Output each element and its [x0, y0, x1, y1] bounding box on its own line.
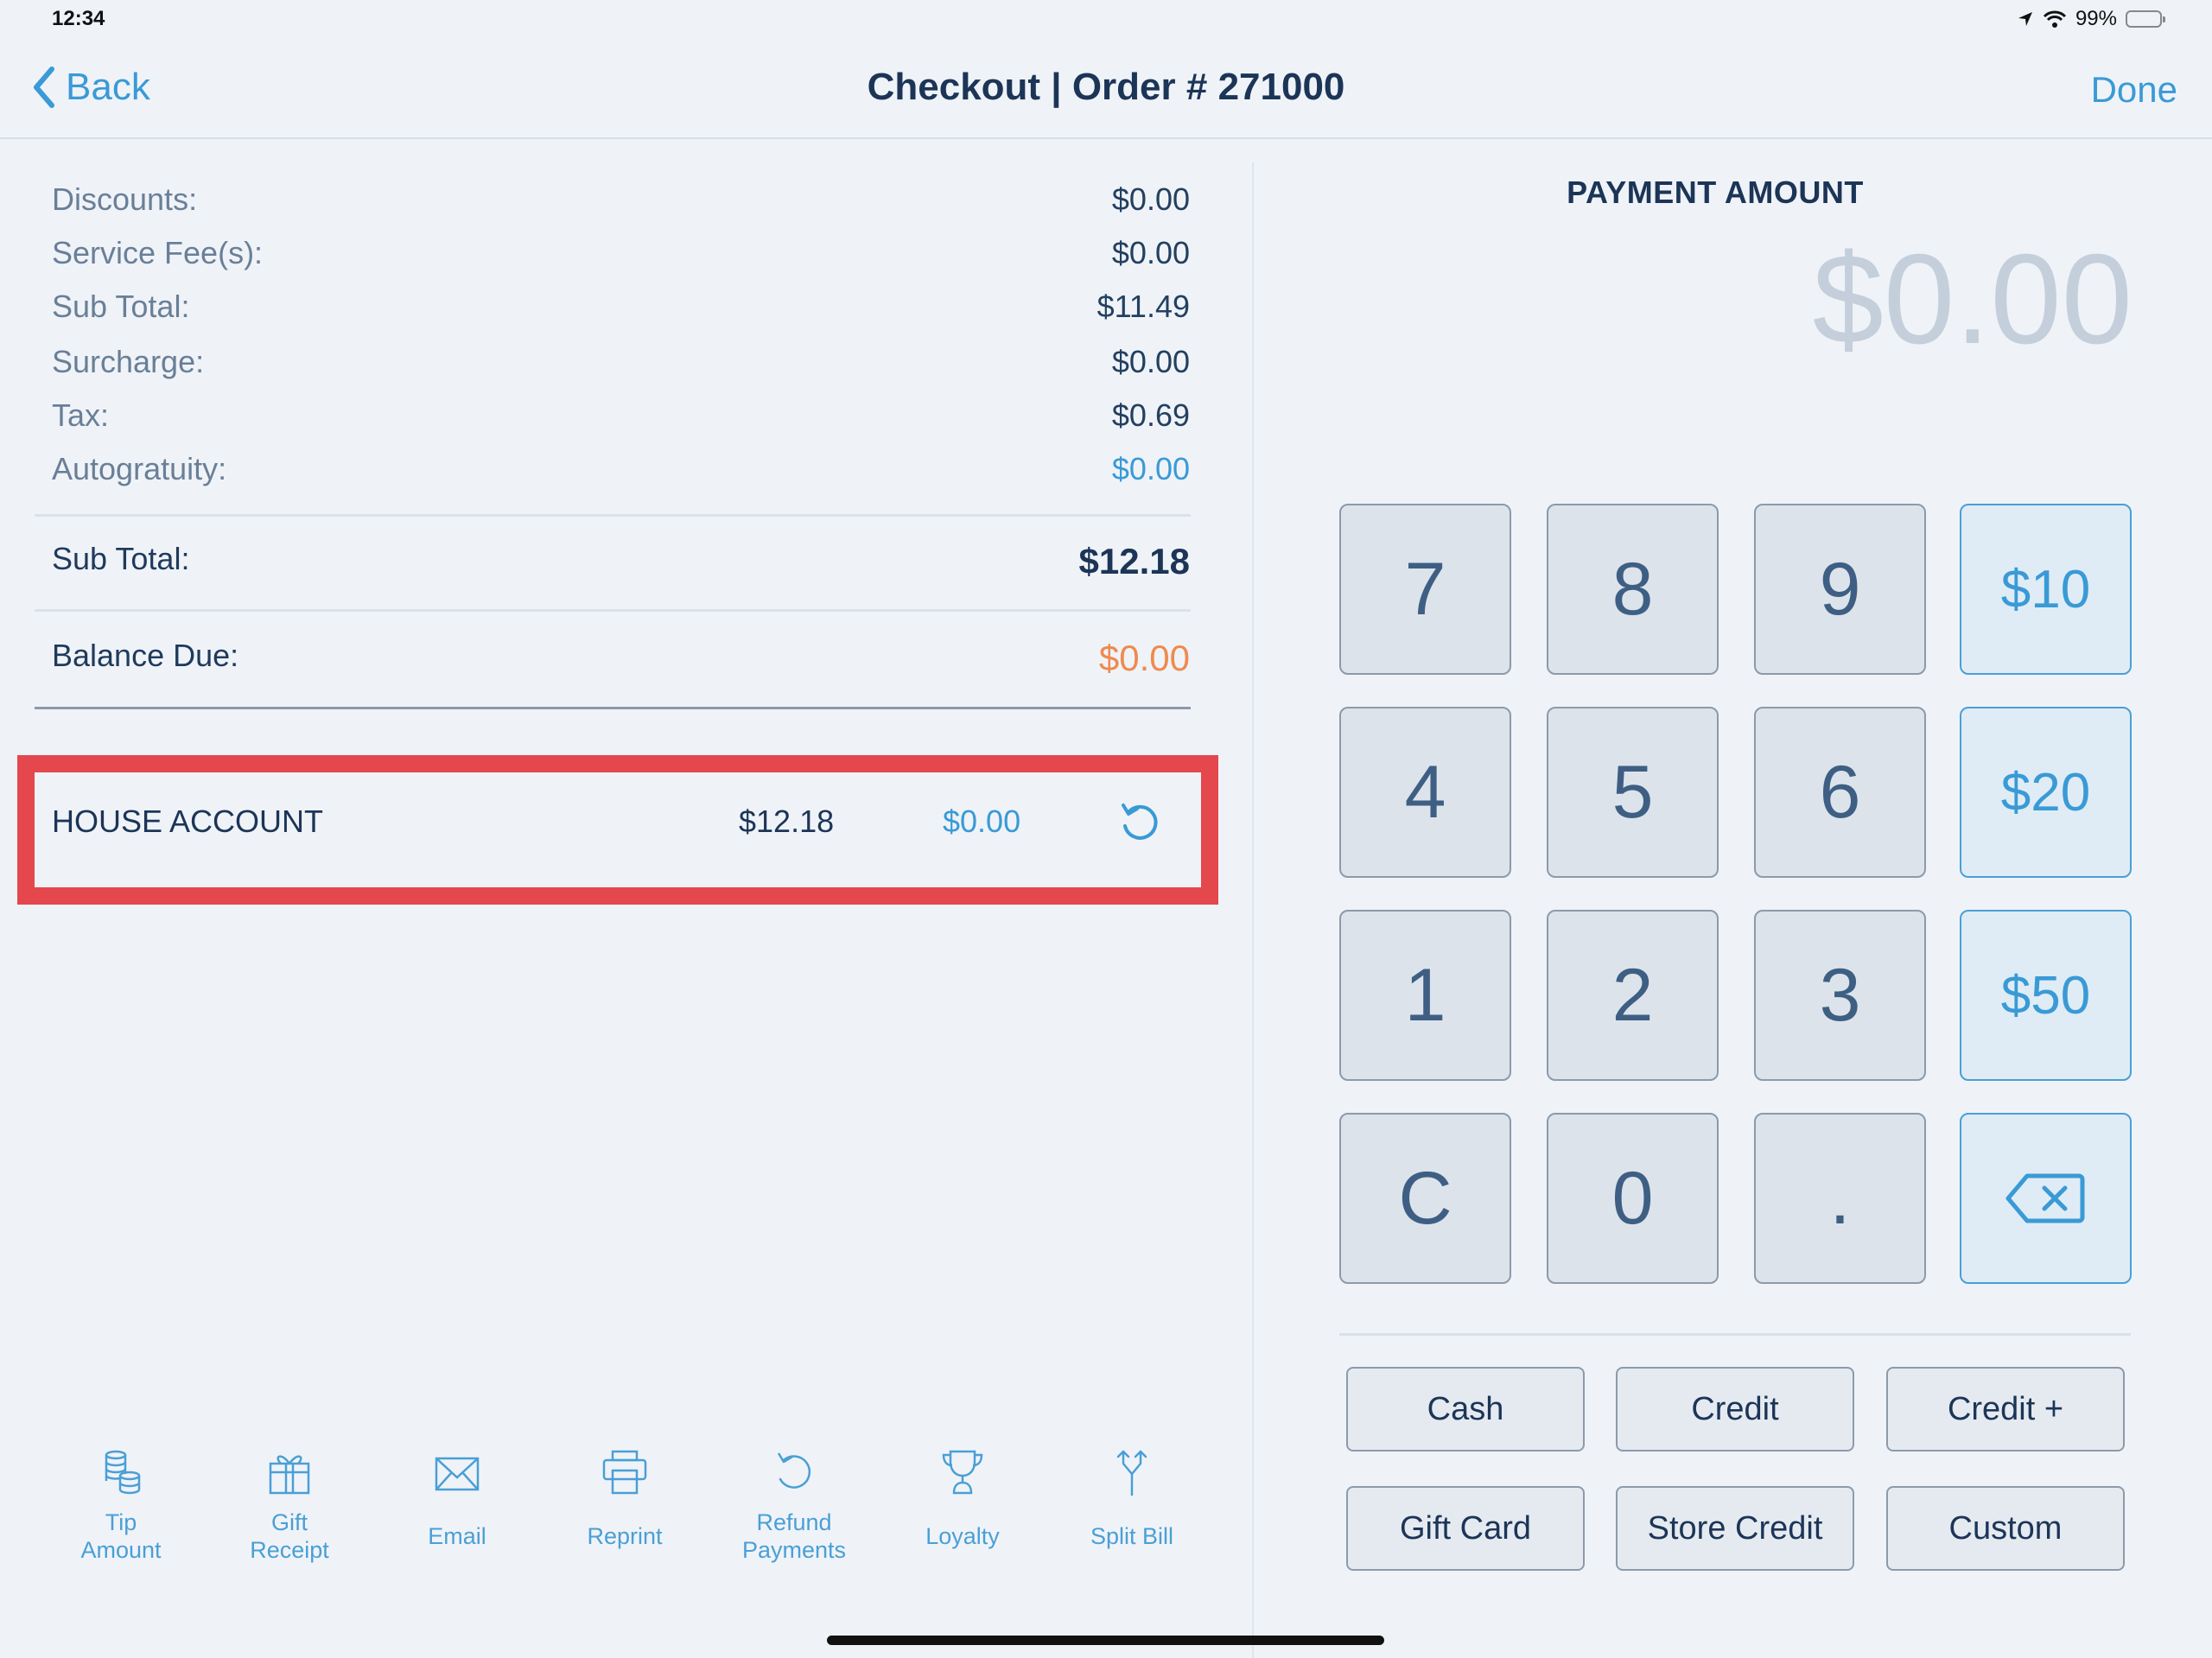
nav-divider	[0, 137, 2212, 139]
summary-row-tax: Tax: $0.69	[52, 397, 1190, 434]
key-7[interactable]: 7	[1339, 504, 1511, 675]
action-label: Gift Receipt	[250, 1509, 329, 1563]
key-decimal[interactable]: .	[1754, 1113, 1926, 1284]
payment-row-house-account[interactable]: HOUSE ACCOUNT $12.18 $0.00	[52, 804, 1175, 840]
quick-amount-50[interactable]: $50	[1960, 910, 2132, 1081]
action-label: Loyalty	[925, 1523, 1000, 1549]
summary-row-balance: Balance Due: $0.00	[52, 638, 1190, 679]
action-label: Split Bill	[1090, 1523, 1174, 1549]
summary-row-total: Sub Total: $12.18	[52, 541, 1190, 582]
payment-balance: $0.00	[943, 804, 1021, 839]
summary-row-sub-total: Sub Total: $11.49	[52, 289, 1190, 325]
backspace-button[interactable]	[1960, 1113, 2132, 1284]
summary-value: $0.00	[1111, 181, 1190, 217]
credit-plus-button[interactable]: Credit +	[1886, 1367, 2125, 1452]
key-5[interactable]: 5	[1547, 707, 1719, 878]
tip-amount-button[interactable]: Tip Amount	[39, 1448, 203, 1564]
key-9[interactable]: 9	[1754, 504, 1926, 675]
summary-label: Autogratuity:	[52, 451, 227, 486]
key-3[interactable]: 3	[1754, 910, 1926, 1081]
panel-divider	[1252, 162, 1254, 1658]
home-indicator[interactable]	[827, 1636, 1384, 1645]
autogratuity-value[interactable]: $0.00	[1112, 451, 1190, 487]
total-value: $12.18	[1078, 541, 1190, 581]
status-time: 12:34	[52, 7, 105, 30]
split-bill-button[interactable]: Split Bill	[1050, 1448, 1214, 1564]
cash-button[interactable]: Cash	[1346, 1367, 1585, 1452]
gift-receipt-button[interactable]: Gift Receipt	[207, 1448, 372, 1564]
summary-value: $0.69	[1111, 397, 1190, 433]
key-0[interactable]: 0	[1547, 1113, 1719, 1284]
status-indicators: 99%	[2017, 7, 2165, 31]
split-icon	[1116, 1450, 1147, 1496]
balance-divider	[35, 707, 1191, 709]
printer-icon	[602, 1450, 647, 1495]
gift-card-button[interactable]: Gift Card	[1346, 1486, 1585, 1571]
payment-amount: $12.18	[739, 804, 835, 839]
summary-label: Tax:	[52, 397, 110, 433]
summary-label: Service Fee(s):	[52, 235, 264, 270]
loyalty-button[interactable]: Loyalty	[880, 1448, 1045, 1564]
key-1[interactable]: 1	[1339, 910, 1511, 1081]
total-divider	[35, 609, 1191, 612]
balance-value: $0.00	[1098, 638, 1190, 678]
total-label: Sub Total:	[52, 541, 190, 576]
location-arrow-icon	[2018, 12, 2032, 26]
summary-value: $0.00	[1111, 344, 1190, 379]
summary-value: $11.49	[1096, 289, 1190, 324]
undo-icon[interactable]	[1116, 798, 1163, 845]
store-credit-button[interactable]: Store Credit	[1616, 1486, 1854, 1571]
battery-percent: 99%	[2075, 7, 2117, 30]
wifi-icon	[2043, 10, 2067, 28]
battery-icon	[2126, 10, 2165, 28]
summary-row-surcharge: Surcharge: $0.00	[52, 344, 1190, 380]
coins-icon	[105, 1450, 141, 1495]
payment-name: HOUSE ACCOUNT	[52, 804, 324, 839]
key-4[interactable]: 4	[1339, 707, 1511, 878]
done-button[interactable]: Done	[2091, 69, 2177, 111]
summary-label: Sub Total:	[52, 289, 190, 324]
summary-row-autogratuity: Autogratuity: $0.00	[52, 451, 1190, 487]
quick-amount-10[interactable]: $10	[1960, 504, 2132, 675]
custom-button[interactable]: Custom	[1886, 1486, 2125, 1571]
email-button[interactable]: Email	[375, 1448, 539, 1564]
summary-label: Discounts:	[52, 181, 198, 217]
envelope-icon	[435, 1457, 480, 1491]
action-label: Reprint	[587, 1523, 663, 1549]
summary-row-service-fees: Service Fee(s): $0.00	[52, 235, 1190, 271]
refund-payments-button[interactable]: Refund Payments	[712, 1448, 876, 1564]
keypad-divider	[1339, 1333, 2131, 1336]
summary-value: $0.00	[1111, 235, 1190, 270]
payment-amount-display: $0.00	[1812, 228, 2133, 371]
refund-icon	[777, 1452, 811, 1489]
summary-row-discounts: Discounts: $0.00	[52, 181, 1190, 218]
action-label: Tip Amount	[80, 1509, 162, 1563]
trophy-icon	[942, 1450, 983, 1495]
backspace-icon	[2005, 1173, 2084, 1223]
payment-amount-title: PAYMENT AMOUNT	[1567, 175, 1864, 210]
key-2[interactable]: 2	[1547, 910, 1719, 1081]
action-label: Email	[428, 1523, 486, 1549]
key-8[interactable]: 8	[1547, 504, 1719, 675]
reprint-button[interactable]: Reprint	[543, 1448, 707, 1564]
quick-amount-20[interactable]: $20	[1960, 707, 2132, 878]
action-label: Refund Payments	[741, 1509, 847, 1563]
summary-divider	[35, 514, 1191, 517]
key-6[interactable]: 6	[1754, 707, 1926, 878]
page-title: Checkout | Order # 271000	[867, 66, 1345, 108]
gift-icon	[269, 1455, 310, 1495]
key-clear[interactable]: C	[1339, 1113, 1511, 1284]
summary-label: Surcharge:	[52, 344, 205, 379]
credit-button[interactable]: Credit	[1616, 1367, 1854, 1452]
balance-label: Balance Due:	[52, 638, 239, 673]
